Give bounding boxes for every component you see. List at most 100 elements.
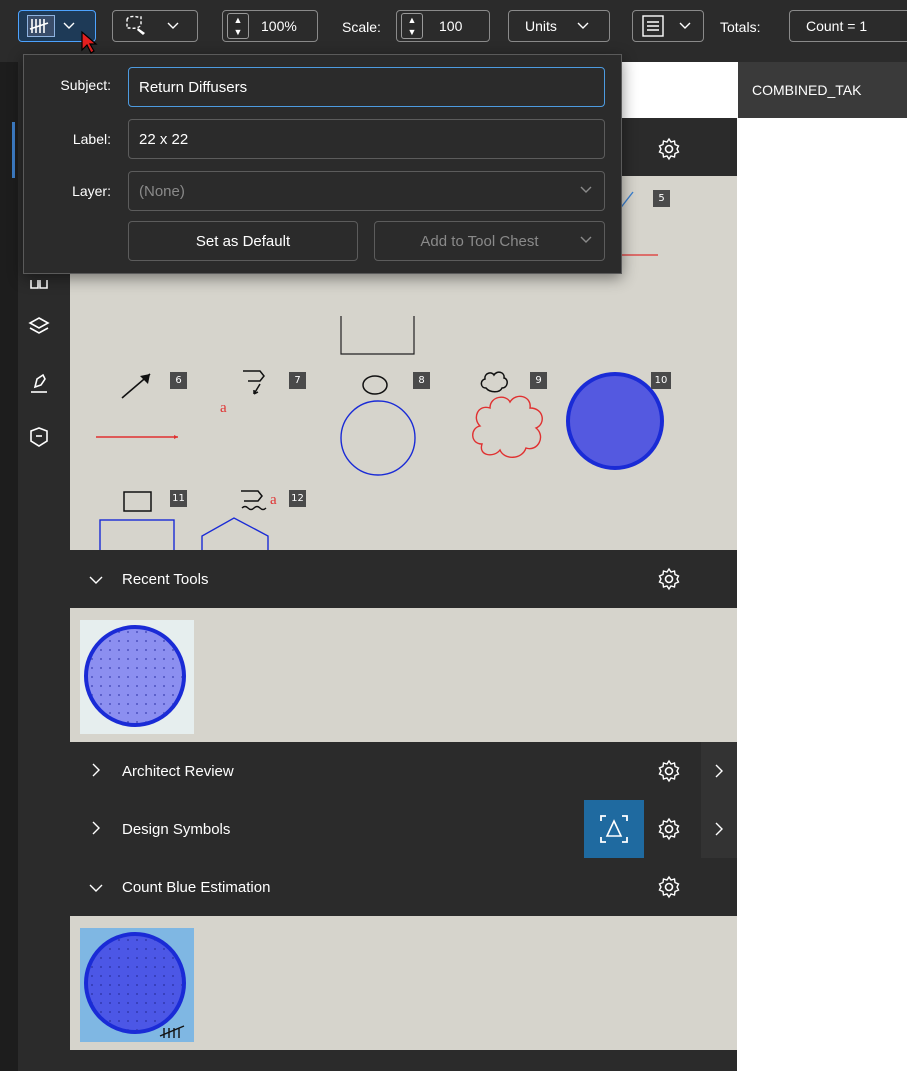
layer-value: (None) bbox=[139, 182, 185, 200]
red-cloud-shape bbox=[472, 395, 543, 458]
layer-dropdown[interactable]: (None) bbox=[128, 171, 605, 211]
architect-review-title: Architect Review bbox=[122, 762, 234, 780]
partial-red-line bbox=[622, 254, 658, 256]
count-tool-diffuser[interactable] bbox=[80, 928, 194, 1042]
left-edge-strip bbox=[0, 62, 18, 1071]
blue-circle-shape bbox=[340, 400, 416, 476]
active-indicator bbox=[12, 122, 15, 178]
label-input[interactable]: 22 x 22 bbox=[128, 119, 605, 159]
tool-number: 6 bbox=[170, 372, 187, 389]
count-blue-gear[interactable] bbox=[654, 872, 684, 902]
document-tab-title: COMBINED_TAK bbox=[752, 82, 862, 98]
units-label: Units bbox=[525, 18, 557, 34]
design-symbols-gear[interactable] bbox=[654, 814, 684, 844]
scale-control[interactable]: ▲ ▼ 100 bbox=[396, 10, 490, 42]
text-callout-letter: a bbox=[270, 492, 277, 508]
capture-button[interactable] bbox=[584, 800, 644, 858]
architect-review-header[interactable]: Architect Review bbox=[70, 742, 737, 800]
units-dropdown[interactable]: Units bbox=[508, 10, 610, 42]
gear-icon bbox=[657, 759, 681, 783]
recent-tools-gear[interactable] bbox=[654, 564, 684, 594]
chevron-down-icon bbox=[677, 10, 693, 42]
zoom-value: 100% bbox=[261, 18, 297, 34]
scale-value: 100 bbox=[439, 18, 463, 34]
ellipse-tool[interactable] bbox=[360, 374, 390, 396]
tool-properties-popup: Subject: Return Diffusers Label: 22 x 22… bbox=[23, 54, 622, 274]
tool-number: 10 bbox=[651, 372, 671, 389]
layers-icon bbox=[27, 315, 51, 339]
rectangle-tool[interactable] bbox=[122, 490, 154, 514]
chevron-down-icon bbox=[165, 10, 181, 42]
add-to-tool-chest-label: Add to Tool Chest bbox=[420, 232, 539, 250]
red-arrow-line bbox=[96, 435, 178, 439]
totals-label: Totals: bbox=[720, 19, 761, 35]
layers-button[interactable] bbox=[22, 310, 56, 344]
chevron-right-icon bbox=[715, 822, 723, 836]
top-toolbar: ▲ ▼ 100% Scale: ▲ ▼ 100 Units Totals: Coun… bbox=[0, 0, 907, 62]
chevron-down-icon bbox=[70, 571, 122, 587]
tool-number: 12 bbox=[289, 490, 306, 507]
capture-icon bbox=[597, 812, 631, 846]
section-settings-gear[interactable] bbox=[654, 134, 684, 164]
gear-icon bbox=[657, 137, 681, 161]
recent-tools-header[interactable]: Recent Tools bbox=[70, 550, 737, 608]
signatures-button[interactable] bbox=[22, 366, 56, 400]
set-as-default-label: Set as Default bbox=[195, 232, 291, 250]
chevron-right-icon bbox=[70, 821, 122, 838]
label-value: 22 x 22 bbox=[139, 130, 189, 148]
lasso-icon bbox=[123, 14, 149, 38]
set-as-default-button[interactable]: Set as Default bbox=[128, 221, 358, 261]
callout-tool[interactable] bbox=[240, 368, 276, 400]
recent-tool-diffuser[interactable] bbox=[80, 620, 194, 734]
stamps-button[interactable] bbox=[22, 420, 56, 454]
count-blue-header[interactable]: Count Blue Estimation bbox=[70, 858, 737, 916]
gear-icon bbox=[657, 875, 681, 899]
arrow-tool[interactable] bbox=[118, 368, 156, 402]
document-tab[interactable]: COMBINED_TAK bbox=[738, 62, 907, 118]
count-blue-title: Count Blue Estimation bbox=[122, 878, 271, 896]
tool-number: 9 bbox=[530, 372, 547, 389]
count-blue-area bbox=[70, 916, 737, 1050]
partial-rectangle bbox=[340, 316, 415, 355]
architect-review-gear[interactable] bbox=[654, 756, 684, 786]
chevron-down-icon bbox=[61, 10, 77, 42]
design-symbols-expand[interactable] bbox=[701, 800, 737, 858]
add-to-tool-chest-button[interactable]: Add to Tool Chest bbox=[374, 221, 605, 261]
tool-number: 5 bbox=[653, 190, 670, 207]
zoom-control[interactable]: ▲ ▼ 100% bbox=[222, 10, 318, 42]
callout-text: a bbox=[220, 400, 227, 416]
scale-label: Scale: bbox=[342, 19, 381, 35]
subject-value: Return Diffusers bbox=[139, 78, 248, 96]
subject-input[interactable]: Return Diffusers bbox=[128, 67, 605, 107]
stamp-icon bbox=[27, 425, 51, 449]
grid-icon bbox=[29, 280, 49, 290]
pen-icon bbox=[27, 371, 51, 395]
label-label: Label: bbox=[72, 131, 111, 147]
tool-number: 8 bbox=[413, 372, 430, 389]
properties-button[interactable] bbox=[632, 10, 704, 42]
totals-value: Count = 1 bbox=[806, 18, 868, 34]
zoom-stepper[interactable]: ▲ ▼ bbox=[227, 13, 249, 39]
list-properties-icon bbox=[641, 14, 665, 38]
count-tool-icon bbox=[27, 15, 55, 37]
architect-review-expand[interactable] bbox=[701, 742, 737, 800]
text-callout-tool[interactable] bbox=[238, 488, 274, 516]
subject-label: Subject: bbox=[60, 77, 111, 93]
chevron-down-icon bbox=[580, 236, 592, 244]
gear-icon bbox=[657, 817, 681, 841]
totals-dropdown[interactable]: Count = 1 bbox=[789, 10, 907, 42]
tool-number: 7 bbox=[289, 372, 306, 389]
scale-stepper[interactable]: ▲ ▼ bbox=[401, 13, 423, 39]
recent-tools-area bbox=[70, 608, 737, 742]
gear-icon bbox=[657, 567, 681, 591]
recent-tools-title: Recent Tools bbox=[122, 570, 209, 588]
chevron-down-icon bbox=[580, 186, 592, 194]
tool-number: 11 bbox=[170, 490, 187, 507]
chevron-right-icon bbox=[70, 763, 122, 780]
chevron-right-icon bbox=[715, 764, 723, 778]
layer-label: Layer: bbox=[72, 183, 111, 199]
design-symbols-title: Design Symbols bbox=[122, 820, 231, 838]
chevron-down-icon bbox=[575, 10, 591, 42]
chevron-down-icon bbox=[70, 879, 122, 895]
selection-tool-button[interactable] bbox=[112, 10, 198, 42]
